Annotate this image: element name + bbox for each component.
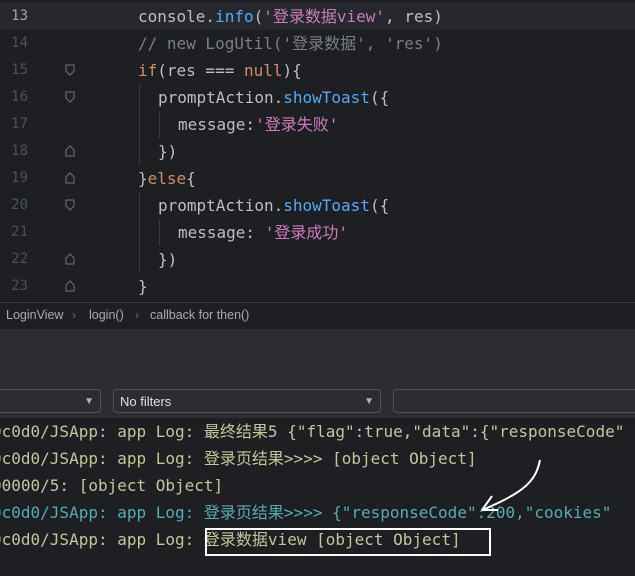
fold-close-icon[interactable] bbox=[65, 253, 75, 265]
code-line[interactable]: 21 message: '登录成功' bbox=[0, 219, 635, 246]
breadcrumb-item-callback[interactable]: callback for then() bbox=[150, 303, 249, 327]
line-number: 22 bbox=[11, 251, 28, 267]
fold-close-icon[interactable] bbox=[65, 280, 75, 292]
line-number: 17 bbox=[11, 116, 28, 132]
code-text: }else{ bbox=[138, 165, 196, 192]
code-line[interactable]: 13 console.info('登录数据view', res) bbox=[0, 3, 635, 30]
code-text: promptAction.showToast({ bbox=[158, 84, 389, 111]
code-token: ({ bbox=[369, 88, 390, 107]
line-number: 16 bbox=[11, 89, 28, 105]
code-token: ({ bbox=[369, 196, 390, 215]
indent-guide bbox=[159, 219, 160, 246]
code-text: // new LogUtil('登录数据', 'res') bbox=[138, 30, 443, 57]
breadcrumb: LoginView › login() › callback for then(… bbox=[0, 302, 635, 328]
code-text: console.info('登录数据view', res) bbox=[138, 3, 443, 30]
breadcrumb-separator: › bbox=[135, 308, 139, 322]
code-token: { bbox=[186, 169, 196, 188]
code-line[interactable]: 17 message:'登录失败' bbox=[0, 111, 635, 138]
code-token: if bbox=[138, 61, 158, 80]
code-token: }) bbox=[158, 142, 178, 161]
line-number: 14 bbox=[11, 35, 28, 51]
line-number: 20 bbox=[11, 197, 28, 213]
code-token: console. bbox=[138, 7, 216, 26]
line-number: 19 bbox=[11, 170, 28, 186]
code-line[interactable]: 14 // new LogUtil('登录数据', 'res') bbox=[0, 30, 635, 57]
indent-guide bbox=[139, 192, 140, 219]
code-token: showToast bbox=[283, 196, 370, 215]
code-token: '登录失败' bbox=[255, 115, 339, 134]
code-text: message:'登录失败' bbox=[178, 111, 338, 138]
line-number: 15 bbox=[11, 62, 28, 78]
code-token: // new LogUtil('登录数据', 'res') bbox=[138, 34, 443, 53]
indent-guide bbox=[159, 111, 160, 138]
code-token: }) bbox=[158, 250, 178, 269]
code-line[interactable]: 19}else{ bbox=[0, 165, 635, 192]
highlight-annotation-box bbox=[205, 528, 491, 556]
indent-guide bbox=[139, 219, 140, 246]
code-token: message: bbox=[178, 115, 256, 134]
log-line[interactable]: 0c0d0/JSApp: app Log: 最终结果5 {"flag":true… bbox=[0, 418, 632, 445]
indent-guide bbox=[139, 246, 140, 273]
code-line[interactable]: 22}) bbox=[0, 246, 635, 273]
log-toolbar: ▼ No filters ▼ bbox=[0, 384, 635, 418]
code-token: '登录数据view' bbox=[263, 7, 386, 26]
line-number: 18 bbox=[11, 143, 28, 159]
chevron-down-icon: ▼ bbox=[364, 396, 374, 407]
code-text: if(res === null){ bbox=[138, 57, 302, 84]
annotation-arrow-icon bbox=[481, 459, 541, 511]
code-editor[interactable]: 13 console.info('登录数据view', res) 14 // new … bbox=[0, 0, 635, 302]
breadcrumb-item-login[interactable]: login() bbox=[89, 303, 124, 327]
fold-open-icon[interactable] bbox=[65, 91, 75, 103]
code-token: message: bbox=[178, 223, 265, 242]
code-text: promptAction.showToast({ bbox=[158, 192, 389, 219]
indent-guide bbox=[139, 138, 140, 165]
code-token: ( bbox=[253, 7, 264, 26]
code-line[interactable]: 18}) bbox=[0, 138, 635, 165]
code-token: '登录成功' bbox=[264, 223, 348, 242]
code-line[interactable]: 16 promptAction.showToast({ bbox=[0, 84, 635, 111]
breadcrumb-item-loginview[interactable]: LoginView bbox=[6, 303, 63, 327]
code-token: , res) bbox=[385, 7, 443, 26]
code-token: promptAction. bbox=[158, 88, 284, 107]
line-number: 23 bbox=[11, 278, 28, 294]
breadcrumb-separator: › bbox=[72, 308, 76, 322]
code-token: ){ bbox=[282, 61, 302, 80]
log-filter-value: No filters bbox=[120, 394, 172, 409]
indent-guide bbox=[139, 111, 140, 138]
code-text: }) bbox=[158, 138, 177, 165]
code-token: info bbox=[215, 7, 254, 26]
code-token: promptAction. bbox=[158, 196, 284, 215]
fold-open-icon[interactable] bbox=[65, 199, 75, 211]
code-token: showToast bbox=[283, 88, 370, 107]
code-token: (res === bbox=[157, 61, 244, 80]
log-panel-header bbox=[0, 328, 635, 385]
code-line[interactable]: 23} bbox=[0, 273, 635, 300]
code-token: else bbox=[147, 169, 187, 188]
code-line[interactable]: 15 if(res === null){ bbox=[0, 57, 635, 84]
fold-close-icon[interactable] bbox=[65, 145, 75, 157]
log-filter-select[interactable]: No filters ▼ bbox=[113, 389, 381, 413]
device-select[interactable]: ▼ bbox=[0, 389, 101, 413]
code-text: }) bbox=[158, 246, 177, 273]
line-number: 21 bbox=[11, 224, 28, 240]
fold-open-icon[interactable] bbox=[65, 64, 75, 76]
line-number: 13 bbox=[11, 8, 28, 24]
indent-guide bbox=[139, 84, 140, 111]
code-text: message: '登录成功' bbox=[178, 219, 348, 246]
log-search-input[interactable] bbox=[393, 389, 635, 413]
fold-close-icon[interactable] bbox=[65, 172, 75, 184]
code-line[interactable]: 20 promptAction.showToast({ bbox=[0, 192, 635, 219]
code-token: } bbox=[138, 277, 148, 296]
chevron-down-icon: ▼ bbox=[84, 396, 94, 407]
code-token: } bbox=[138, 169, 148, 188]
code-token: null bbox=[243, 61, 283, 80]
code-text: } bbox=[138, 273, 148, 300]
